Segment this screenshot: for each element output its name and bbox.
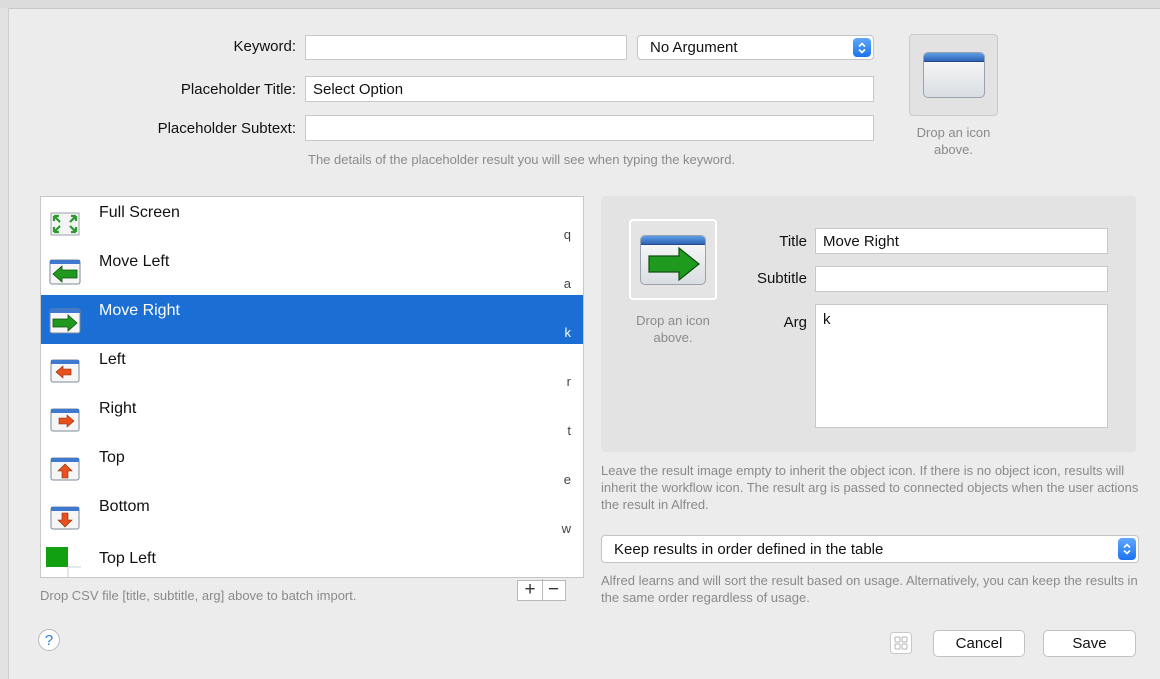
list-item[interactable]: Bottom w	[41, 491, 583, 540]
list-item[interactable]: Move Left a	[41, 246, 583, 295]
result-icon-drop-hint: Drop an icon above.	[636, 313, 710, 345]
window-icon	[923, 52, 985, 98]
list-item-key: q	[563, 227, 571, 242]
list-item-name: Left	[99, 351, 126, 368]
top-left-icon	[43, 546, 81, 577]
list-item-name: Full Screen	[99, 204, 180, 221]
left-arrow-icon	[49, 354, 81, 384]
keyword-icon-well[interactable]	[909, 34, 998, 116]
list-item-name: Top	[99, 449, 125, 466]
list-item-key: k	[564, 325, 572, 340]
remove-item-button[interactable]: −	[542, 579, 565, 600]
list-item[interactable]: Right t	[41, 393, 583, 442]
list-item[interactable]: Full Screen q	[41, 197, 583, 246]
list-item-name: Bottom	[99, 498, 150, 515]
keyword-input[interactable]	[305, 35, 627, 60]
argument-select-value: No Argument	[650, 39, 738, 56]
move-left-arrow-icon	[49, 256, 81, 286]
list-item-key: r	[566, 374, 571, 389]
full-screen-icon	[49, 207, 81, 237]
list-item-name: Move Left	[99, 253, 170, 270]
list-item-name: Top Left	[99, 550, 156, 567]
placeholder-title-input[interactable]	[305, 76, 874, 102]
grid-layout-icon[interactable]	[890, 632, 912, 654]
move-right-arrow-icon	[49, 305, 81, 335]
placeholder-subtext-label: Placeholder Subtext:	[157, 120, 296, 137]
list-item[interactable]: Top Left p	[41, 540, 583, 577]
select-arrows-icon	[853, 38, 871, 57]
subtitle-input[interactable]	[815, 266, 1108, 292]
placeholder-hint: The details of the placeholder result yo…	[308, 152, 736, 167]
subtitle-label: Subtitle	[756, 270, 807, 287]
order-select-value: Keep results in order defined in the tab…	[614, 540, 884, 558]
add-item-button[interactable]: +	[518, 579, 543, 600]
result-icon-well[interactable]	[629, 219, 717, 300]
down-arrow-icon	[49, 501, 81, 531]
up-arrow-icon	[49, 452, 81, 482]
list-item-selected[interactable]: Move Right k	[41, 295, 583, 344]
list-item-name: Move Right	[99, 302, 180, 319]
title-label: Title	[779, 233, 807, 250]
list-item-key: p	[564, 574, 571, 577]
list-item[interactable]: Top e	[41, 442, 583, 491]
list-item-key: e	[563, 472, 571, 487]
left-edge-strip	[0, 8, 9, 679]
cancel-button[interactable]: Cancel	[933, 630, 1025, 657]
title-bar-strip	[0, 0, 1160, 9]
list-item-key: w	[561, 521, 571, 536]
argument-select[interactable]: No Argument	[637, 35, 874, 60]
csv-import-hint: Drop CSV file [title, subtitle, arg] abo…	[40, 588, 357, 603]
order-select[interactable]: Keep results in order defined in the tab…	[601, 535, 1139, 563]
placeholder-title-label: Placeholder Title:	[180, 81, 296, 98]
result-help-text: Leave the result image empty to inherit …	[601, 463, 1139, 512]
title-input[interactable]	[815, 228, 1108, 254]
placeholder-subtext-input[interactable]	[305, 115, 874, 141]
arg-textarea[interactable]: k	[815, 304, 1108, 428]
add-remove-buttons: + −	[517, 579, 566, 601]
list-item-name: Right	[99, 400, 137, 417]
arg-label: Arg	[783, 314, 807, 331]
save-button[interactable]: Save	[1043, 630, 1136, 657]
list-item[interactable]: Left r	[41, 344, 583, 393]
select-arrows-icon	[1118, 538, 1136, 560]
move-right-window-icon	[640, 235, 706, 285]
results-list[interactable]: Full Screen q Move Left a Move Right k L…	[40, 196, 584, 578]
help-button[interactable]: ?	[38, 629, 60, 651]
right-arrow-icon	[49, 403, 81, 433]
keyword-label: Keyword:	[233, 38, 296, 55]
list-item-key: t	[567, 423, 571, 438]
keyword-icon-drop-hint: Drop an icon above.	[916, 125, 991, 157]
order-hint: Alfred learns and will sort the result b…	[601, 573, 1138, 605]
list-item-key: a	[563, 276, 571, 291]
help-button-label: ?	[44, 631, 54, 649]
